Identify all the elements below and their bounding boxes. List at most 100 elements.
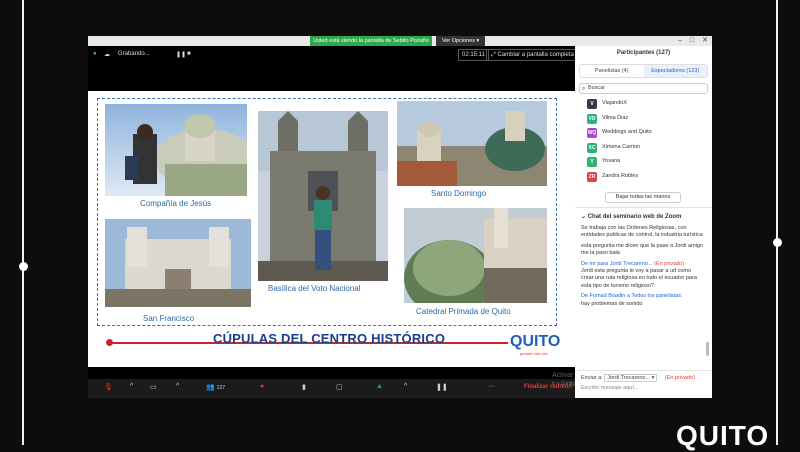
send-to-label: Enviar a: (581, 375, 603, 381)
chat-private-tag: (En privado) (654, 260, 685, 267)
tab-attendees[interactable]: Espectadores (123) (643, 65, 707, 77)
side-panel: Participantes (127) Panelistas (4) Espec… (575, 46, 712, 398)
photo-compania (105, 104, 247, 196)
frame-line-right (776, 0, 778, 445)
send-to-value: Jordi Trecareno... (607, 375, 651, 381)
close-icon[interactable]: ✕ (702, 36, 708, 46)
chat-messages: Se trabaja con las Ordenes Religiosas, c… (581, 225, 703, 311)
corner-logo: QUITO (676, 420, 770, 451)
chat-compose: Enviar a: Jordi Trecareno... ▾ (En priva… (575, 370, 712, 398)
slide-title: CÚPULAS DEL CENTRO HISTÓRICO (213, 331, 446, 346)
participant-search-input[interactable]: ⌕ Buscar (579, 83, 708, 94)
send-private-tag: (En privado) (664, 375, 695, 381)
participant-tabs: Panelistas (4) Espectadores (123) (579, 64, 708, 78)
stop-record-icon[interactable]: ■ (187, 51, 191, 57)
more-icon[interactable]: ··· (488, 383, 495, 390)
frame-line-left (22, 0, 24, 445)
participant-row[interactable]: V ViajandoX (575, 97, 712, 112)
avatar: Y (587, 157, 597, 167)
frame-dot-right (773, 238, 782, 247)
avatar: V (587, 99, 597, 109)
view-options-button[interactable]: Ver Opciones ▾ (436, 36, 486, 46)
recording-label: Grabando... (118, 51, 150, 57)
chevron-up-icon[interactable]: ^ (404, 383, 407, 390)
security-icon[interactable]: ● (93, 51, 97, 57)
avatar: WQ (587, 128, 597, 138)
chat-header: ⌄ Chat del seminario web de Zoom (581, 214, 682, 220)
polls-icon[interactable]: ▮ (302, 383, 306, 391)
lower-all-hands-button[interactable]: Bajar todas las manos (605, 192, 681, 203)
participants-header: Participantes (127) (616, 50, 671, 56)
mic-icon[interactable]: 🎙 (104, 383, 113, 391)
chevron-up-icon[interactable]: ^ (176, 383, 179, 390)
caption-catedral: Catedral Primada de Quito (416, 307, 511, 316)
chevron-up-icon[interactable]: ^ (130, 383, 133, 390)
slide-title-bar: CÚPULAS DEL CENTRO HISTÓRICO (106, 328, 538, 350)
send-to-select[interactable]: Jordi Trecareno... ▾ (604, 374, 658, 382)
participant-row[interactable]: WQ Weddings and Quito (575, 126, 712, 141)
minimize-icon[interactable]: – (678, 36, 682, 46)
qa-icon[interactable]: ● (260, 383, 264, 390)
title-bar: Usted está viendo la pantalla de Sebito … (88, 36, 712, 46)
title-line-dot (106, 339, 113, 346)
frame-dot-left (19, 262, 28, 271)
participant-row[interactable]: XC Ximena Carrion (575, 141, 712, 156)
photo-santo-domingo (397, 101, 547, 186)
window-controls: – □ ✕ (678, 36, 708, 46)
search-icon: ⌕ (582, 86, 586, 92)
send-to-row: Enviar a: Jordi Trecareno... ▾ (En priva… (581, 374, 695, 382)
zoom-window: Usted está viendo la pantalla de Sebito … (88, 36, 712, 398)
chat-message: hay problemas de sonido (581, 300, 643, 307)
presentation-slide: Compañía de Jesús Basílica del Voto Naci… (88, 91, 575, 367)
participant-name: Yovana (602, 158, 621, 164)
participant-name: Vilma Diaz (602, 114, 629, 121)
participant-row[interactable]: Y Yovana (575, 155, 712, 170)
caption-san-francisco: San Francisco (143, 314, 195, 323)
quito-logo: QUITO grande otra vez (510, 333, 560, 356)
participant-row[interactable]: VD Vilma Diaz (575, 112, 712, 127)
chat-scrollbar[interactable] (706, 342, 709, 356)
chat-sender-name: De mí para Jordi Trecareno... (581, 260, 653, 267)
meeting-timer: 02:15:11 (458, 49, 489, 61)
share-banner: Usted está viendo la pantalla de Sebito … (310, 36, 432, 46)
search-placeholder: Buscar (588, 85, 606, 91)
chat-icon[interactable]: ▢ (336, 383, 343, 391)
caption-santo-domingo: Santo Domingo (431, 189, 487, 198)
fullscreen-label: Cambiar a pantalla completa (497, 52, 574, 58)
participants-icon[interactable]: 👥 127 (206, 383, 225, 391)
record-icon[interactable]: ❚❚ (436, 383, 448, 391)
quito-logo-sub: grande otra vez (520, 351, 548, 356)
photo-catedral (404, 208, 547, 303)
participant-row[interactable]: ZR Zandra Robles (575, 170, 712, 185)
photo-basilica (258, 111, 388, 281)
avatar: XC (587, 142, 597, 153)
caption-basilica: Basílica del Voto Nacional (268, 284, 361, 293)
shared-screen-area: ● ☁ Grabando... ❚❚ ■ 02:15:11 ⤢ Cambiar … (88, 46, 579, 389)
participant-list: V ViajandoX VD Vilma Diaz WQ Weddings an… (575, 97, 712, 184)
chat-input[interactable]: Escribir mensaje aquí... (581, 385, 638, 391)
maximize-icon[interactable]: □ (690, 36, 694, 46)
chat-sender: De mí para Jordi Trecareno... (En privad… (581, 261, 703, 268)
caption-compania: Compañía de Jesús (140, 199, 212, 208)
share-screen-icon[interactable]: ▲ (376, 383, 383, 390)
tab-panelists[interactable]: Panelistas (4) (580, 65, 644, 77)
video-icon[interactable]: ▭ (150, 383, 157, 391)
chat-header-label: Chat del seminario web de Zoom (587, 214, 682, 220)
panel-divider (575, 207, 712, 208)
quito-logo-text: QUITO (510, 333, 561, 350)
cloud-record-icon: ☁ (104, 52, 110, 58)
photo-san-francisco (105, 219, 251, 307)
chat-message: Se trabaja con las Ordenes Religiosas, c… (581, 225, 703, 239)
participant-name: Ximena Carrion (602, 143, 641, 150)
avatar: VD (587, 113, 597, 124)
participant-name: ViajandoX (602, 100, 627, 106)
chat-sender: De Fomad Boadin a Todos los panelistas: (581, 293, 683, 300)
fullscreen-button[interactable]: ⤢ Cambiar a pantalla completa (486, 49, 579, 61)
participant-name: Weddings and Quito (602, 129, 652, 135)
pause-record-icon[interactable]: ❚❚ (176, 51, 186, 58)
meeting-top-strip: ● ☁ Grabando... ❚❚ ■ 02:15:11 ⤢ Cambiar … (88, 46, 579, 64)
participants-count: 127 (216, 385, 226, 391)
participant-name: Zandra Robles (602, 172, 639, 179)
chat-message: Jordi esta pregunta le voy a pasar a ud … (581, 268, 697, 289)
chat-message: esta pregunta me dicen que la pase a Jor… (581, 242, 703, 257)
